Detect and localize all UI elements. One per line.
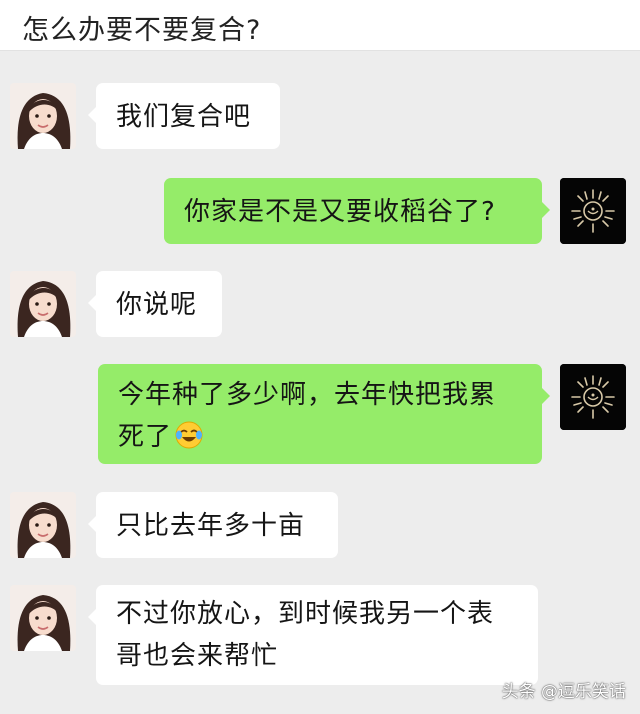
chat-area[interactable]: 我们复合吧 你家是不是又要收稻谷了? 你说呢 今年种了多少啊，去年快把我累死了: [0, 51, 640, 714]
message-text: 只比去年多十亩: [116, 511, 306, 541]
my-avatar[interactable]: [560, 178, 626, 244]
incoming-message-bubble[interactable]: 只比去年多十亩: [88, 492, 338, 558]
outgoing-message-bubble[interactable]: 你家是不是又要收稻谷了?: [164, 178, 550, 244]
contact-avatar[interactable]: [10, 585, 76, 651]
chat-header: 怎么办要不要复合?: [0, 0, 640, 51]
contact-avatar[interactable]: [10, 271, 76, 337]
contact-avatar[interactable]: [10, 83, 76, 149]
outgoing-message-bubble[interactable]: 今年种了多少啊，去年快把我累死了: [98, 364, 550, 464]
source-watermark: 头条 @逗乐笑话: [501, 682, 626, 702]
message-text: 我们复合吧: [116, 102, 252, 132]
message-text: 你说呢: [116, 290, 198, 320]
contact-avatar[interactable]: [10, 492, 76, 558]
chat-title: 怎么办要不要复合?: [22, 15, 262, 46]
my-avatar[interactable]: [560, 364, 626, 430]
message-text: 你家是不是又要收稻谷了?: [184, 197, 496, 227]
laughing-tears-emoji-icon: [174, 420, 204, 450]
incoming-message-bubble[interactable]: 你说呢: [88, 271, 222, 337]
message-text: 不过你放心，到时候我另一个表哥也会来帮忙: [116, 599, 495, 671]
incoming-message-bubble[interactable]: 我们复合吧: [88, 83, 280, 149]
incoming-message-bubble[interactable]: 不过你放心，到时候我另一个表哥也会来帮忙: [88, 585, 538, 685]
